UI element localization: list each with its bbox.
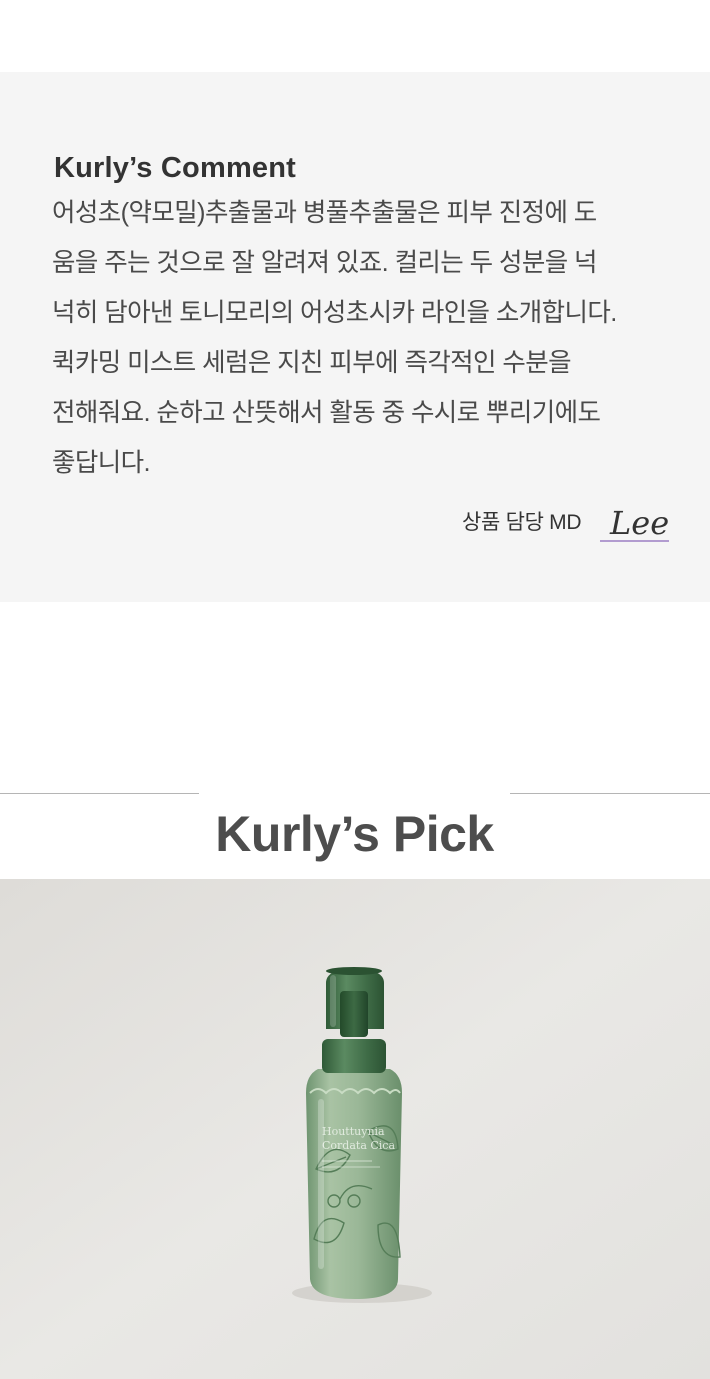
- comment-line: 퀵카밍 미스트 세럼은 지친 피부에 즉각적인 수분을: [52, 349, 572, 377]
- divider-right: [510, 793, 710, 794]
- comment-line: 전해줘요. 순하고 산뜻해서 활동 중 수시로 뿌리기에도: [52, 399, 601, 427]
- md-label: 상품 담당 MD: [462, 511, 582, 534]
- comment-line: 움을 주는 것으로 잘 알려져 있죠. 컬리는 두 성분을 넉: [52, 249, 598, 277]
- bottle-label-line2: Cordata Cica: [322, 1139, 395, 1152]
- comment-line: 어성초(약모밀)추출물과 병풀추출물은 피부 진정에 도: [52, 199, 597, 227]
- divider-left: [0, 793, 199, 794]
- kurlys-pick-header: Kurly’s Pick: [0, 760, 710, 862]
- comment-title: Kurly’s Comment: [54, 152, 297, 185]
- comment-line: 넉히 담아낸 토니모리의 어성초시카 라인을 소개합니다.: [52, 299, 617, 327]
- mist-serum-bottle-image: Houttuynia Cordata Cica: [0, 879, 710, 1379]
- product-photo: Houttuynia Cordata Cica: [0, 879, 710, 1379]
- md-signature: Lee: [600, 504, 669, 542]
- comment-line: 좋답니다.: [52, 449, 151, 477]
- pick-title: Kurly’s Pick: [215, 805, 494, 862]
- signature-text: Lee: [609, 504, 669, 542]
- bottle-label-line1: Houttuynia: [322, 1125, 385, 1138]
- comment-body: 어성초(약모밀)추출물과 병풀추출물은 피부 진정에 도 움을 주는 것으로 잘…: [52, 188, 692, 488]
